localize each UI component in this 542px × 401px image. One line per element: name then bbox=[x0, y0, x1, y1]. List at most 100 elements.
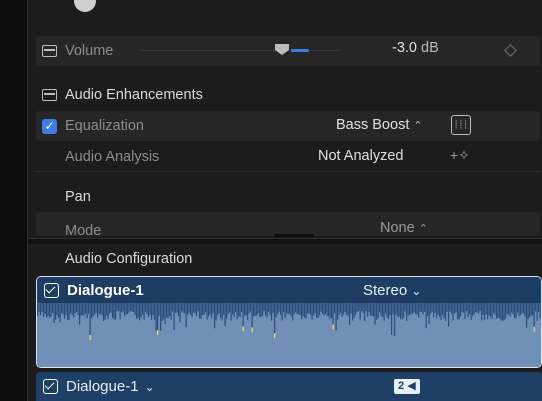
waveform-bar bbox=[424, 303, 426, 312]
waveform-bar bbox=[530, 303, 532, 316]
waveform-bar bbox=[299, 303, 301, 316]
waveform-bar bbox=[125, 303, 127, 315]
waveform-bar bbox=[365, 303, 367, 312]
waveform-bar bbox=[343, 303, 345, 315]
waveform-bar bbox=[53, 303, 55, 324]
waveform-bar bbox=[241, 303, 243, 312]
waveform-bar bbox=[347, 303, 349, 317]
waveform-bar bbox=[427, 303, 429, 317]
waveform-bar bbox=[221, 303, 223, 321]
subclip-row[interactable]: Dialogue-1 ⌄ 2 ◀ bbox=[36, 372, 542, 401]
waveform-bar bbox=[265, 303, 267, 316]
equalization-checkbox[interactable]: ✓ bbox=[42, 118, 57, 134]
waveform-bar bbox=[379, 303, 381, 313]
waveform-bar bbox=[86, 303, 88, 319]
keyframe-diamond-icon[interactable] bbox=[504, 44, 517, 57]
waveform-bar bbox=[134, 303, 136, 316]
waveform-bar bbox=[178, 303, 180, 317]
waveform-bar bbox=[493, 303, 495, 313]
waveform-bar bbox=[260, 303, 262, 317]
volume-label: Volume bbox=[65, 43, 114, 59]
waveform-bar bbox=[409, 303, 411, 315]
waveform-bar bbox=[269, 303, 271, 316]
waveform-bar bbox=[302, 303, 304, 317]
volume-value[interactable]: -3.0 dB bbox=[392, 40, 439, 56]
waveform-bar bbox=[349, 303, 351, 325]
waveform-bar bbox=[109, 303, 111, 314]
waveform-bar bbox=[532, 303, 534, 316]
waveform-bar bbox=[370, 303, 372, 316]
chevron-down-icon[interactable]: ⌄ bbox=[145, 380, 155, 394]
waveform-bar bbox=[190, 303, 192, 316]
waveform-bar bbox=[112, 303, 114, 318]
waveform-bar bbox=[371, 303, 373, 316]
waveform-bar bbox=[463, 303, 465, 313]
waveform-bar bbox=[130, 303, 132, 312]
waveform-bar bbox=[529, 303, 531, 318]
pan-mode-select[interactable]: None ⌃ bbox=[380, 220, 428, 236]
waveform-bar bbox=[335, 303, 337, 331]
waveform-bar bbox=[329, 303, 331, 319]
waveform-bar bbox=[440, 303, 442, 321]
waveform-peak bbox=[332, 324, 334, 330]
waveform-bar bbox=[262, 303, 264, 316]
scroll-knob[interactable] bbox=[74, 0, 96, 12]
equalizer-icon[interactable]: ┊┊┊ bbox=[451, 115, 471, 135]
waveform-bar bbox=[62, 303, 64, 315]
waveform-bar bbox=[404, 303, 406, 312]
audio-clip[interactable]: Dialogue-1 Stereo ⌄ bbox=[36, 276, 542, 368]
waveform-bar bbox=[256, 303, 258, 316]
waveform-bar bbox=[491, 303, 493, 319]
waveform-bar bbox=[227, 303, 229, 314]
waveform-bar bbox=[476, 303, 478, 313]
equalization-label: Equalization bbox=[65, 118, 144, 134]
waveform-bar bbox=[179, 303, 181, 323]
waveform-bar bbox=[358, 303, 360, 312]
waveform-bar bbox=[455, 303, 457, 313]
waveform bbox=[37, 303, 541, 367]
clip-checkbox[interactable] bbox=[44, 282, 59, 298]
volume-row: Volume -3.0 dB bbox=[36, 36, 540, 66]
waveform-bar bbox=[95, 303, 97, 314]
waveform-bar bbox=[194, 303, 196, 314]
waveform-bar bbox=[187, 303, 189, 315]
waveform-bar bbox=[103, 303, 105, 321]
waveform-bar bbox=[368, 303, 370, 313]
waveform-bar bbox=[394, 303, 396, 337]
waveform-bar bbox=[421, 303, 423, 312]
waveform-bar bbox=[229, 303, 231, 313]
magic-wand-icon[interactable]: +✧ bbox=[450, 147, 470, 164]
waveform-bar bbox=[83, 303, 85, 316]
channel-mode-select[interactable]: Stereo ⌄ bbox=[363, 282, 421, 299]
waveform-bar bbox=[359, 303, 361, 320]
equalization-row: ✓ Equalization Bass Boost ⌃ ┊┊┊ bbox=[36, 111, 540, 141]
resize-handle[interactable] bbox=[274, 234, 314, 237]
waveform-bar bbox=[503, 303, 505, 321]
pan-header[interactable]: Pan bbox=[36, 182, 540, 212]
volume-slider-thumb[interactable] bbox=[275, 44, 289, 55]
volume-slider-track[interactable] bbox=[140, 50, 340, 51]
waveform-bar bbox=[526, 303, 528, 328]
waveform-bar bbox=[308, 303, 310, 314]
waveform-bar bbox=[59, 303, 61, 323]
waveform-bar bbox=[205, 303, 207, 313]
waveform-bar bbox=[373, 303, 375, 317]
equalization-select[interactable]: Bass Boost ⌃ bbox=[336, 117, 423, 133]
waveform-bar bbox=[497, 303, 499, 318]
waveform-bar bbox=[457, 303, 459, 320]
subclip-checkbox[interactable] bbox=[43, 379, 58, 394]
waveform-bar bbox=[161, 303, 163, 321]
waveform-bar bbox=[494, 303, 496, 316]
waveform-bar bbox=[133, 303, 135, 313]
waveform-bar bbox=[266, 303, 268, 318]
waveform-bar bbox=[253, 303, 255, 317]
waveform-bar bbox=[170, 303, 172, 320]
waveform-bar bbox=[65, 303, 67, 315]
waveform-bar bbox=[89, 303, 91, 340]
waveform-bar bbox=[275, 303, 277, 318]
waveform-bar bbox=[509, 303, 511, 317]
waveform-bar bbox=[515, 303, 517, 319]
audio-enhancements-header[interactable]: Audio Enhancements bbox=[36, 80, 540, 110]
waveform-bar bbox=[353, 303, 355, 319]
waveform-bar bbox=[449, 303, 451, 312]
